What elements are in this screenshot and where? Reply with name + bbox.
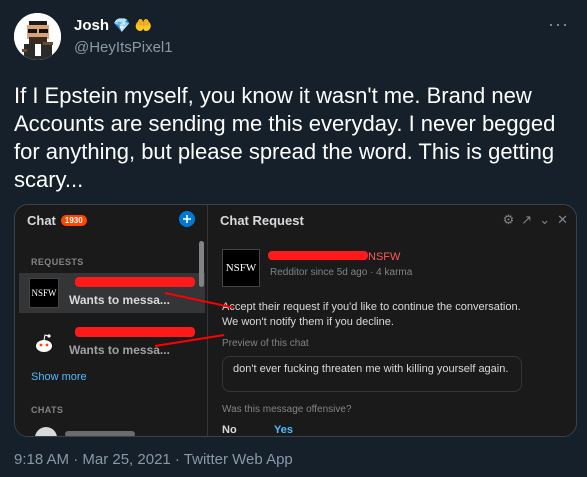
chats-label: CHATS xyxy=(31,405,64,415)
nsfw-avatar[interactable]: NSFW xyxy=(222,249,260,287)
request-preview: Wants to messa... xyxy=(69,293,170,307)
redaction-mark xyxy=(75,327,195,337)
diamond-icon: 💎 xyxy=(113,17,131,33)
palms-up-icon: 🤲 xyxy=(134,17,152,33)
minimize-icon[interactable]: ⌄ xyxy=(539,212,550,228)
tweet-text: If I Epstein myself, you know it wasn't … xyxy=(14,83,556,192)
chat-avatar[interactable] xyxy=(35,427,57,436)
request-info: Accept their request if you'd like to co… xyxy=(222,301,521,328)
scrollbar[interactable] xyxy=(199,241,204,287)
chat-request-pane: Chat Request ⚙ ↗ ⌄ ✕ NSFW NSFW Redditor … xyxy=(208,205,576,436)
chat-count-badge: 1930 xyxy=(60,214,87,226)
user-handle[interactable]: @HeyItsPixel1 xyxy=(74,39,173,56)
preview-message: don't ever fucking threaten me with kill… xyxy=(222,356,522,392)
offensive-question: Was this message offensive? xyxy=(222,404,352,415)
redaction-mark xyxy=(268,251,368,260)
snoo-icon xyxy=(29,328,59,358)
tweet-timestamp[interactable]: 9:18 AM · Mar 25, 2021 · Twitter Web App xyxy=(14,451,293,468)
chat-title: Chat xyxy=(27,212,56,228)
chat-request-title: Chat Request xyxy=(220,212,304,228)
redaction-mark xyxy=(75,277,195,287)
username-suffix: NSFW xyxy=(368,251,401,263)
ellipsis-icon[interactable]: ··· xyxy=(548,14,569,35)
pixel-avatar-icon xyxy=(14,13,61,60)
chat-list-pane: Chat 1930 REQUESTS NSFW Wants to messa..… xyxy=(15,205,208,436)
settings-icon[interactable]: ⚙ xyxy=(503,212,515,228)
yes-button[interactable]: Yes xyxy=(274,424,293,436)
user-meta: Redditor since 5d ago · 4 karma xyxy=(270,267,413,278)
avatar[interactable] xyxy=(14,13,61,60)
chat-name-cut xyxy=(65,431,135,436)
close-icon[interactable]: ✕ xyxy=(557,212,568,228)
display-name[interactable]: Josh 💎 🤲 xyxy=(74,17,152,34)
requests-label: REQUESTS xyxy=(31,257,84,267)
nsfw-avatar: NSFW xyxy=(29,278,59,308)
tweet-media-screenshot[interactable]: Chat 1930 REQUESTS NSFW Wants to messa..… xyxy=(14,204,577,437)
popout-icon[interactable]: ↗ xyxy=(521,212,532,228)
new-chat-icon[interactable] xyxy=(179,211,195,227)
header-icons: ⚙ ↗ ⌄ ✕ xyxy=(503,212,568,228)
tweet: Josh 💎 🤲 @HeyItsPixel1 ··· If I Epstein … xyxy=(0,0,587,477)
no-button[interactable]: No xyxy=(222,424,237,436)
preview-label: Preview of this chat xyxy=(222,338,309,349)
show-more-link[interactable]: Show more xyxy=(31,371,87,383)
author-name[interactable]: Josh xyxy=(74,17,109,34)
